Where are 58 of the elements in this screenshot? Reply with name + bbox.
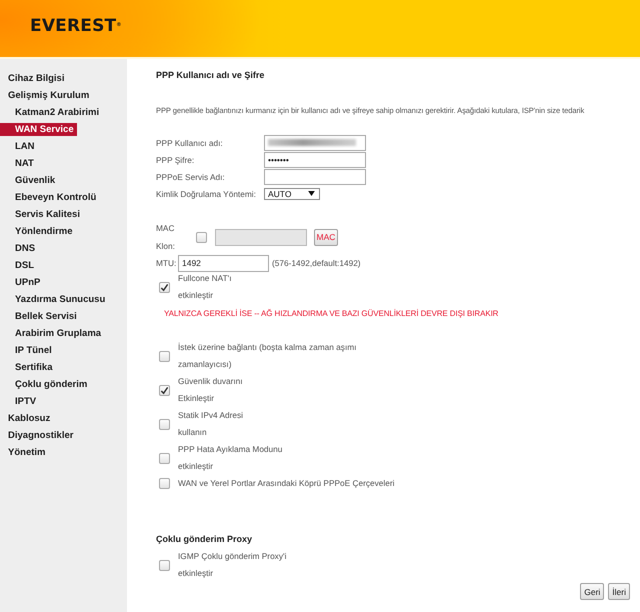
nav-item[interactable]: Bellek Servisi xyxy=(15,310,80,323)
nav-item[interactable]: Yazdırma Sunucusu xyxy=(15,293,108,306)
nav-item[interactable]: Çoklu gönderim xyxy=(15,378,90,391)
nav-item[interactable]: Katman2 Arabirimi xyxy=(15,106,102,119)
text-field[interactable] xyxy=(264,168,366,184)
nav-item[interactable]: DNS xyxy=(15,242,38,255)
nav-item[interactable]: Kablosuz xyxy=(8,412,54,425)
checkbox[interactable] xyxy=(159,560,170,570)
nav-item[interactable]: WAN Service xyxy=(0,123,77,136)
nav-item[interactable]: Arabirim Gruplama xyxy=(15,327,104,340)
nav-item[interactable]: NAT xyxy=(15,157,37,170)
checkbox[interactable] xyxy=(159,350,170,362)
next-button[interactable]: İleri xyxy=(608,583,630,600)
back-button[interactable]: Geri xyxy=(580,583,604,600)
warning-text: YALNIZCA GEREKLİ İSE -- AĞ HIZLANDIRMA VE BAZI GÜVENLİKLERİ DEVRE DIŞI BIRAKIR xyxy=(164,308,500,319)
field-label: MTU: xyxy=(156,258,178,268)
nav-item[interactable]: Ebeveyn Kontrolü xyxy=(15,191,100,204)
nav-item[interactable]: Sertifika xyxy=(15,361,56,374)
nav-item[interactable]: IP Tünel xyxy=(15,344,55,357)
section-title: Çoklu gönderim Proxy xyxy=(156,533,254,545)
nav-item[interactable]: Diyagnostikler xyxy=(8,429,76,442)
checkmark-icon xyxy=(160,282,169,292)
text-field[interactable]: ••••••• xyxy=(264,152,366,168)
nav-item[interactable]: UPnP xyxy=(15,276,44,289)
option-label: PPP Hata Ayıklama Modunu etkinleştir xyxy=(178,443,282,473)
option-label: IGMP Çoklu gönderim Proxy'i etkinleştir xyxy=(178,550,286,580)
checkbox[interactable] xyxy=(159,282,170,292)
range-hint: (576-1492,default:1492) xyxy=(272,258,361,268)
mtu-field[interactable]: 1492 xyxy=(178,254,269,272)
checkbox[interactable] xyxy=(159,478,170,489)
field-label: PPP Şifre: xyxy=(156,154,196,164)
nav-item[interactable]: LAN xyxy=(15,140,38,153)
option-label: WAN ve Yerel Portlar Arasındaki Köprü PPPoE Çerçeveleri xyxy=(178,477,394,490)
nav-item[interactable]: Yönetim xyxy=(8,446,48,459)
checkmark-icon xyxy=(160,386,169,394)
brand-logo: EVEREST$^{®}$ xyxy=(30,17,122,35)
option-label: Fullcone NAT'ı etkinleştir xyxy=(178,272,232,302)
nav-item[interactable]: Yönlendirme xyxy=(15,225,76,238)
caret-icon xyxy=(308,191,315,196)
option-label: Statik IPv4 Adresi kullanın xyxy=(178,409,244,439)
checkbox[interactable] xyxy=(159,452,170,464)
checkbox[interactable] xyxy=(159,384,170,396)
text-field[interactable] xyxy=(264,134,366,150)
nav-item[interactable]: Güvenlik xyxy=(15,174,58,187)
field-label: PPP Kullanıcı adı: xyxy=(156,138,224,148)
field-label: MAC Klon: xyxy=(156,222,176,253)
nav-item[interactable]: DSL xyxy=(15,259,37,272)
nav-item[interactable]: Cihaz Bilgisi xyxy=(8,72,68,85)
field-label: Kimlik Doğrulama Yöntemi: xyxy=(156,188,257,198)
nav-item[interactable]: Gelişmiş Kurulum xyxy=(8,89,92,102)
option-label: İstek üzerine bağlantı (boşta kalma zaman aşımı zamanlayıcısı) xyxy=(178,341,356,371)
nav-item[interactable]: Servis Kalitesi xyxy=(15,208,83,221)
nav-item[interactable]: IPTV xyxy=(15,395,40,408)
field-label: PPPoE Servis Adı: xyxy=(156,172,226,182)
checkbox[interactable] xyxy=(159,418,170,430)
option-label: Güvenlik duvarını Etkinleştir xyxy=(178,375,243,405)
section-title: PPP Kullanıcı adı ve Şifre xyxy=(156,69,266,81)
dropdown-select[interactable]: AUTO xyxy=(264,188,320,200)
